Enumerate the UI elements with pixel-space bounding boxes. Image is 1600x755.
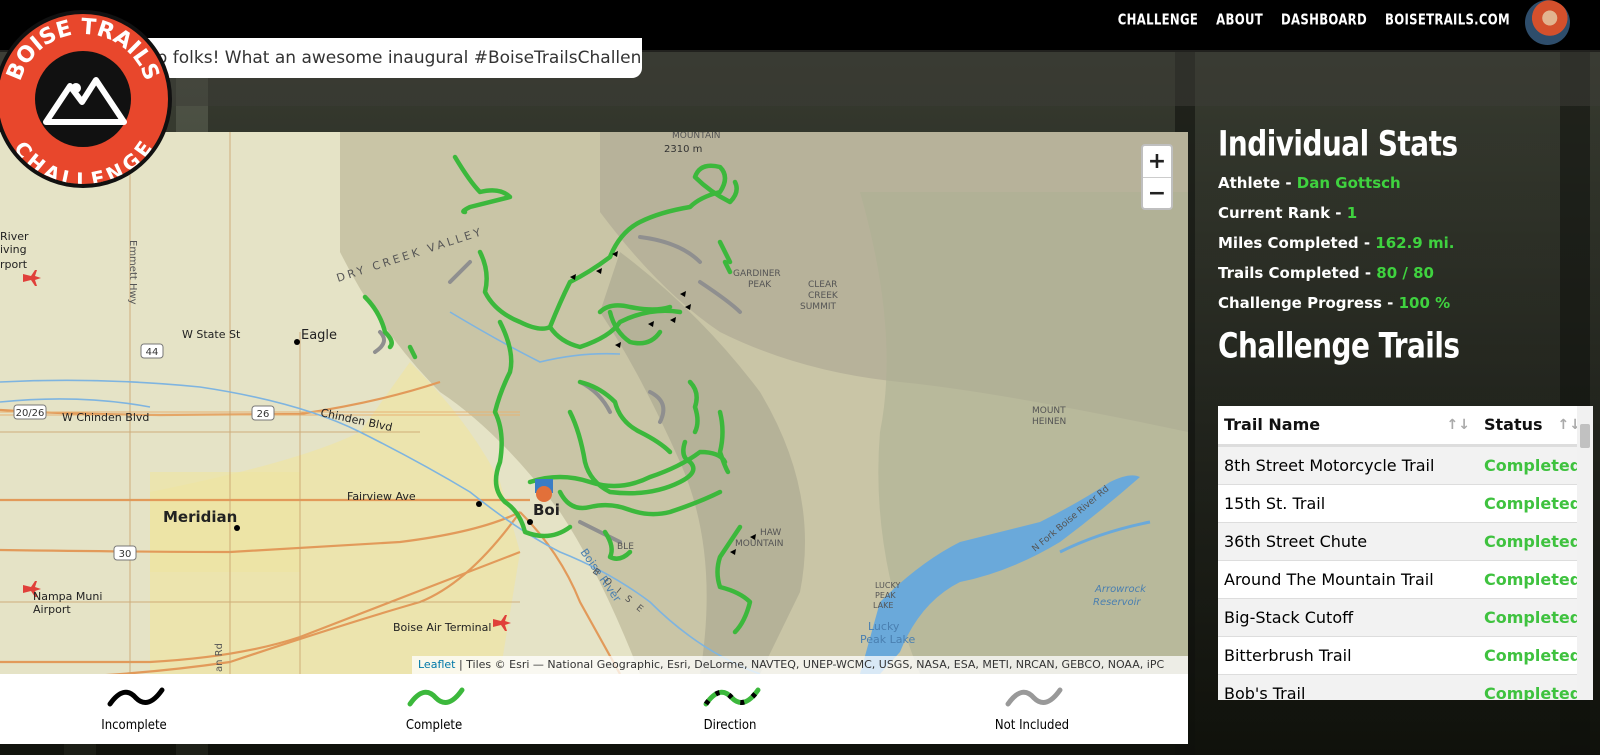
- svg-text:Airport: Airport: [33, 603, 71, 616]
- trails-title: Challenge Trails: [1218, 326, 1460, 367]
- svg-text:Eagle: Eagle: [301, 328, 337, 343]
- svg-text:HEINEN: HEINEN: [1032, 417, 1066, 427]
- svg-text:W State St: W State St: [182, 328, 241, 341]
- svg-text:W Chinden Blvd: W Chinden Blvd: [62, 411, 149, 424]
- map-tiles: 44 20/26 26 30 Eagle Meridian Boi Nampa …: [0, 132, 1188, 674]
- leaflet-link[interactable]: Leaflet: [418, 658, 455, 671]
- table-body: 8th Street Motorcycle Trail Completed 15t…: [1218, 446, 1593, 700]
- scrollbar-thumb[interactable]: [1580, 424, 1590, 448]
- stats-title: Individual Stats: [1218, 124, 1458, 165]
- legend-complete: Complete: [334, 674, 534, 744]
- mountain-logo-icon: BOISE TRAILS CHALLENGE: [2, 15, 164, 184]
- svg-text:Lucky: Lucky: [868, 620, 900, 633]
- nav-challenge[interactable]: CHALLENGE: [1118, 11, 1198, 28]
- challenge-trails-table[interactable]: Trail Name ↑↓ Status ↑↓ 8th Street Motorcy…: [1218, 406, 1593, 700]
- svg-text:PEAK: PEAK: [875, 591, 896, 600]
- svg-text:CREEK: CREEK: [808, 291, 839, 301]
- nav-about[interactable]: ABOUT: [1216, 11, 1263, 28]
- svg-text:PEAK: PEAK: [748, 280, 772, 290]
- svg-text:MOUNTAIN: MOUNTAIN: [735, 539, 784, 549]
- table-row[interactable]: Bob's Trail Completed: [1218, 674, 1593, 700]
- svg-text:20/26: 20/26: [16, 408, 45, 419]
- svg-text:Reservoir: Reservoir: [1093, 597, 1141, 608]
- map-zoom-control: + −: [1141, 144, 1173, 210]
- legend-not-included: Not Included: [932, 674, 1132, 744]
- table-row[interactable]: 8th Street Motorcycle Trail Completed: [1218, 446, 1593, 484]
- incomplete-line-icon: [107, 687, 165, 707]
- stat-trails: Trails Completed - 80 / 80: [1218, 264, 1434, 282]
- svg-text:Peak Lake: Peak Lake: [860, 633, 915, 646]
- svg-text:Fairview Ave: Fairview Ave: [347, 490, 416, 503]
- table-row[interactable]: 15th St. Trail Completed: [1218, 484, 1593, 522]
- svg-text:Nampa Muni: Nampa Muni: [33, 590, 102, 603]
- table-row[interactable]: Big-Stack Cutoff Completed: [1218, 598, 1593, 636]
- table-row[interactable]: Bitterbrush Trail Completed: [1218, 636, 1593, 674]
- zoom-in-button[interactable]: +: [1143, 146, 1171, 178]
- zoom-out-button[interactable]: −: [1143, 178, 1171, 209]
- map-legend: Incomplete Complete Direction Not Includ…: [0, 674, 1188, 744]
- svg-text:MOUNTAIN: MOUNTAIN: [672, 132, 721, 141]
- nav-links: CHALLENGE ABOUT DASHBOARD BOISETRAILS.CO…: [1118, 0, 1510, 40]
- table-header: Trail Name ↑↓ Status ↑↓: [1218, 406, 1593, 446]
- svg-text:rport: rport: [0, 258, 28, 271]
- svg-text:an Rd: an Rd: [214, 643, 225, 672]
- stat-progress: Challenge Progress - 100 %: [1218, 294, 1451, 312]
- svg-text:LUCKY: LUCKY: [875, 581, 900, 590]
- athlete-name[interactable]: Dan Gottsch: [1297, 174, 1401, 192]
- svg-text:Meridian: Meridian: [163, 508, 237, 526]
- direction-line-icon: [703, 687, 761, 707]
- table-row[interactable]: 36th Street Chute Completed: [1218, 522, 1593, 560]
- svg-text:CLEAR: CLEAR: [808, 280, 837, 290]
- svg-text:Boise Air Terminal: Boise Air Terminal: [393, 621, 491, 634]
- individual-stats-panel: Individual Stats Athlete - Dan Gottsch C…: [1218, 124, 1593, 370]
- col-status[interactable]: Status ↑↓: [1478, 406, 1589, 444]
- svg-text:GARDINER: GARDINER: [733, 269, 781, 279]
- svg-text:30: 30: [119, 549, 132, 560]
- complete-line-icon: [407, 687, 465, 707]
- legend-incomplete: Incomplete: [34, 674, 234, 744]
- svg-text:Boi: Boi: [533, 501, 560, 519]
- nav-dashboard[interactable]: DASHBOARD: [1281, 11, 1367, 28]
- stat-miles: Miles Completed - 162.9 mi.: [1218, 234, 1455, 252]
- svg-text:HAW: HAW: [760, 528, 781, 538]
- boise-trails-logo[interactable]: BOISE TRAILS CHALLENGE: [0, 10, 172, 188]
- svg-text:Emmett Hwy: Emmett Hwy: [127, 240, 138, 305]
- svg-text:44: 44: [146, 347, 159, 358]
- stat-rank: Current Rank - 1: [1218, 204, 1358, 222]
- svg-text:LAKE: LAKE: [873, 601, 893, 610]
- nav-boisetrails[interactable]: BOISETRAILS.COM: [1385, 11, 1510, 28]
- svg-text:BLE: BLE: [617, 542, 634, 552]
- attribution-text: | Tiles © Esri — National Geographic, Es…: [455, 658, 1165, 671]
- table-row[interactable]: Around The Mountain Trail Completed: [1218, 560, 1593, 598]
- user-avatar[interactable]: [1525, 0, 1570, 45]
- map-attribution: Leaflet | Tiles © Esri — National Geogra…: [412, 656, 1188, 674]
- trail-map[interactable]: 44 20/26 26 30 Eagle Meridian Boi Nampa …: [0, 132, 1188, 674]
- svg-text:iving: iving: [0, 243, 27, 256]
- sort-icon[interactable]: ↑↓: [1447, 406, 1470, 444]
- svg-text:MOUNT: MOUNT: [1032, 406, 1066, 416]
- svg-text:SUMMIT: SUMMIT: [800, 302, 836, 312]
- table-scrollbar[interactable]: [1577, 406, 1593, 700]
- svg-text:River: River: [0, 230, 29, 243]
- not-included-line-icon: [1005, 687, 1063, 707]
- svg-text:Arrowrock: Arrowrock: [1094, 584, 1147, 595]
- col-trail-name[interactable]: Trail Name ↑↓: [1218, 406, 1478, 444]
- legend-direction: Direction: [630, 674, 830, 744]
- svg-text:26: 26: [257, 409, 270, 420]
- tweet-banner: mp folks! What an awesome inaugural #Boi…: [100, 38, 642, 78]
- svg-text:2310 m: 2310 m: [664, 144, 702, 155]
